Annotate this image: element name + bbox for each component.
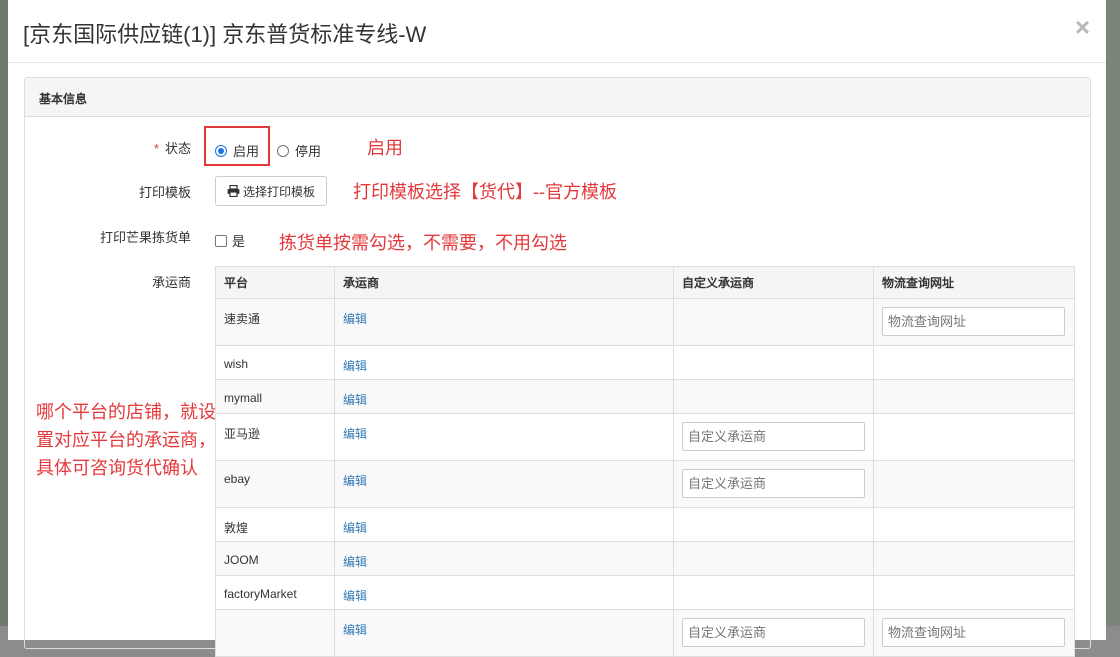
custom-carrier-cell bbox=[673, 379, 874, 414]
custom-carrier-input[interactable] bbox=[682, 422, 865, 451]
picking-list-label: 打印芒果拣货单 bbox=[99, 230, 191, 245]
table-row: wish 编辑 bbox=[215, 345, 1075, 380]
radio-disabled-label: 停用 bbox=[295, 144, 322, 159]
carrier-cell: 编辑 bbox=[334, 609, 674, 657]
carrier-cell: 编辑 bbox=[334, 345, 674, 380]
custom-carrier-cell bbox=[673, 609, 874, 657]
table-row: 编辑 bbox=[215, 609, 1075, 657]
carrier-table: 平台 承运商 自定义承运商 物流查询网址 速卖通编辑wish编辑mymall编辑… bbox=[215, 266, 1075, 657]
header-tracking-url: 物流查询网址 bbox=[873, 266, 1075, 299]
platform-cell: mymall bbox=[215, 379, 335, 414]
header-carrier: 承运商 bbox=[334, 266, 674, 299]
table-header-row: 平台 承运商 自定义承运商 物流查询网址 bbox=[215, 266, 1075, 299]
tracking-url-cell bbox=[873, 541, 1075, 576]
carrier-cell: 编辑 bbox=[334, 379, 674, 414]
status-label-text: 状态 bbox=[164, 141, 191, 156]
custom-carrier-cell bbox=[673, 507, 874, 542]
table-row: mymall 编辑 bbox=[215, 379, 1075, 414]
select-print-template-label: 选择打印模板 bbox=[242, 184, 315, 199]
carrier-cell: 编辑 bbox=[334, 298, 674, 346]
tracking-url-cell bbox=[873, 413, 1075, 461]
custom-carrier-cell bbox=[673, 460, 874, 508]
custom-carrier-cell bbox=[673, 298, 874, 346]
tracking-url-cell bbox=[873, 379, 1075, 414]
platform-cell bbox=[215, 609, 335, 657]
platform-cell: 敦煌 bbox=[215, 507, 335, 542]
status-disabled-radio[interactable]: 停用 bbox=[277, 141, 321, 160]
edit-link[interactable]: 编辑 bbox=[343, 474, 367, 488]
close-icon[interactable]: × bbox=[1075, 14, 1090, 40]
carrier-table-body: 速卖通编辑wish编辑mymall编辑亚马逊编辑ebay编辑敦煌编辑JOOM编辑… bbox=[215, 298, 1075, 657]
modal-title: [京东国际供应链(1)] 京东普货标准专线-W bbox=[23, 22, 427, 47]
tracking-url-cell bbox=[873, 507, 1075, 542]
custom-carrier-cell bbox=[673, 541, 874, 576]
tracking-url-cell bbox=[873, 609, 1075, 657]
radio-checked-icon[interactable] bbox=[215, 144, 227, 157]
printer-icon bbox=[227, 185, 240, 197]
edit-link[interactable]: 编辑 bbox=[343, 555, 367, 569]
radio-unchecked-icon[interactable] bbox=[277, 144, 289, 157]
tracking-url-input[interactable] bbox=[882, 618, 1065, 647]
required-mark: * bbox=[153, 141, 159, 156]
modal-dialog: [京东国际供应链(1)] 京东普货标准专线-W × 基本信息 * 状态 启用 停用… bbox=[8, 0, 1106, 657]
platform-cell: 亚马逊 bbox=[215, 413, 335, 461]
picking-list-checkbox[interactable]: 是 bbox=[215, 231, 245, 250]
custom-carrier-cell bbox=[673, 345, 874, 380]
carrier-cell: 编辑 bbox=[334, 541, 674, 576]
annotation-template: 打印模板选择【货代】--官方模板 bbox=[353, 182, 617, 202]
table-row: factoryMarket 编辑 bbox=[215, 575, 1075, 610]
radio-enabled-label: 启用 bbox=[233, 144, 260, 159]
table-row: JOOM 编辑 bbox=[215, 541, 1075, 576]
tracking-url-cell bbox=[873, 575, 1075, 610]
tracking-url-cell bbox=[873, 298, 1075, 346]
platform-cell: 速卖通 bbox=[215, 298, 335, 346]
status-enabled-radio[interactable]: 启用 bbox=[215, 141, 259, 160]
table-row: ebay 编辑 bbox=[215, 460, 1075, 508]
edit-link[interactable]: 编辑 bbox=[343, 521, 367, 535]
edit-link[interactable]: 编辑 bbox=[343, 393, 367, 407]
tracking-url-cell bbox=[873, 345, 1075, 380]
background-page-edge-right bbox=[1106, 0, 1120, 626]
carrier-cell: 编辑 bbox=[334, 575, 674, 610]
edit-link[interactable]: 编辑 bbox=[343, 427, 367, 441]
tracking-url-cell bbox=[873, 460, 1075, 508]
annotation-status: 启用 bbox=[367, 138, 403, 158]
carrier-cell: 编辑 bbox=[334, 507, 674, 542]
status-label: * 状态 bbox=[41, 138, 191, 157]
panel-heading: 基本信息 bbox=[25, 78, 1090, 117]
platform-cell: JOOM bbox=[215, 541, 335, 576]
custom-carrier-input[interactable] bbox=[682, 618, 865, 647]
table-row: 速卖通 编辑 bbox=[215, 298, 1075, 346]
custom-carrier-cell bbox=[673, 413, 874, 461]
edit-link[interactable]: 编辑 bbox=[343, 312, 367, 326]
carrier-label: 承运商 bbox=[151, 275, 191, 290]
carrier-cell: 编辑 bbox=[334, 413, 674, 461]
custom-carrier-cell bbox=[673, 575, 874, 610]
select-print-template-button[interactable]: 选择打印模板 bbox=[215, 176, 327, 206]
platform-cell: wish bbox=[215, 345, 335, 380]
platform-cell: ebay bbox=[215, 460, 335, 508]
custom-carrier-input[interactable] bbox=[682, 469, 865, 498]
print-template-label: 打印模板 bbox=[138, 185, 191, 200]
platform-cell: factoryMarket bbox=[215, 575, 335, 610]
header-platform: 平台 bbox=[215, 266, 335, 299]
edit-link[interactable]: 编辑 bbox=[343, 359, 367, 373]
checkbox-label: 是 bbox=[232, 234, 246, 249]
annotation-carrier: 哪个平台的店铺，就设置对应平台的承运商，具体可咨询货代确认 bbox=[36, 402, 216, 478]
modal-header: [京东国际供应链(1)] 京东普货标准专线-W × bbox=[8, 0, 1106, 63]
edit-link[interactable]: 编辑 bbox=[343, 623, 367, 637]
checkbox-icon[interactable] bbox=[215, 234, 227, 247]
edit-link[interactable]: 编辑 bbox=[343, 589, 367, 603]
table-row: 亚马逊 编辑 bbox=[215, 413, 1075, 461]
panel-title: 基本信息 bbox=[39, 92, 88, 106]
annotation-picking: 拣货单按需勾选，不需要，不用勾选 bbox=[279, 233, 567, 253]
tracking-url-input[interactable] bbox=[882, 307, 1065, 336]
carrier-cell: 编辑 bbox=[334, 460, 674, 508]
table-row: 敦煌 编辑 bbox=[215, 507, 1075, 542]
header-custom-carrier: 自定义承运商 bbox=[673, 266, 874, 299]
